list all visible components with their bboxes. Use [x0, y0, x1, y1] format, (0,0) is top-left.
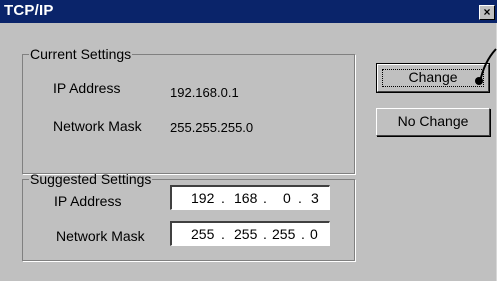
close-icon: ×: [483, 5, 491, 19]
suggested-ip-label: IP Address: [54, 193, 122, 209]
mask-octet: 0: [310, 226, 318, 242]
mask-dot: .: [263, 226, 267, 242]
ip-dot: .: [298, 190, 302, 206]
current-mask-label: Network Mask: [53, 118, 142, 134]
mask-octet: 255: [234, 226, 258, 242]
ip-octet: 192: [191, 190, 215, 206]
ip-dot: .: [221, 190, 225, 206]
mask-dot: .: [221, 226, 225, 242]
window-title: TCP/IP: [4, 2, 54, 19]
suggested-settings-legend: Suggested Settings: [30, 171, 152, 187]
suggested-mask-label: Network Mask: [56, 228, 145, 244]
current-settings-legend: Current Settings: [30, 46, 132, 62]
mask-octet: 255: [191, 226, 215, 242]
mask-dot: .: [301, 226, 305, 242]
current-settings-group: Current Settings: [22, 46, 355, 174]
no-change-button[interactable]: No Change: [376, 108, 490, 136]
tcpip-dialog: TCP/IP × Current Settings IP Address 192…: [0, 0, 497, 281]
suggested-ip-input[interactable]: 192 . 168 . 0 . 3: [170, 185, 330, 210]
ip-dot: .: [263, 190, 267, 206]
ip-octet: 0: [283, 190, 291, 206]
ip-octet: 168: [234, 190, 258, 206]
ip-octet: 3: [311, 190, 319, 206]
current-ip-label: IP Address: [53, 80, 121, 96]
current-ip-value: 192.168.0.1: [170, 85, 239, 100]
title-bar[interactable]: TCP/IP ×: [0, 0, 497, 23]
close-button[interactable]: ×: [479, 5, 495, 20]
mouse-pointer-icon: [475, 48, 497, 85]
mask-octet: 255: [272, 226, 296, 242]
suggested-mask-input[interactable]: 255 . 255 . 255 . 0: [170, 221, 330, 246]
current-mask-value: 255.255.255.0: [170, 120, 254, 135]
